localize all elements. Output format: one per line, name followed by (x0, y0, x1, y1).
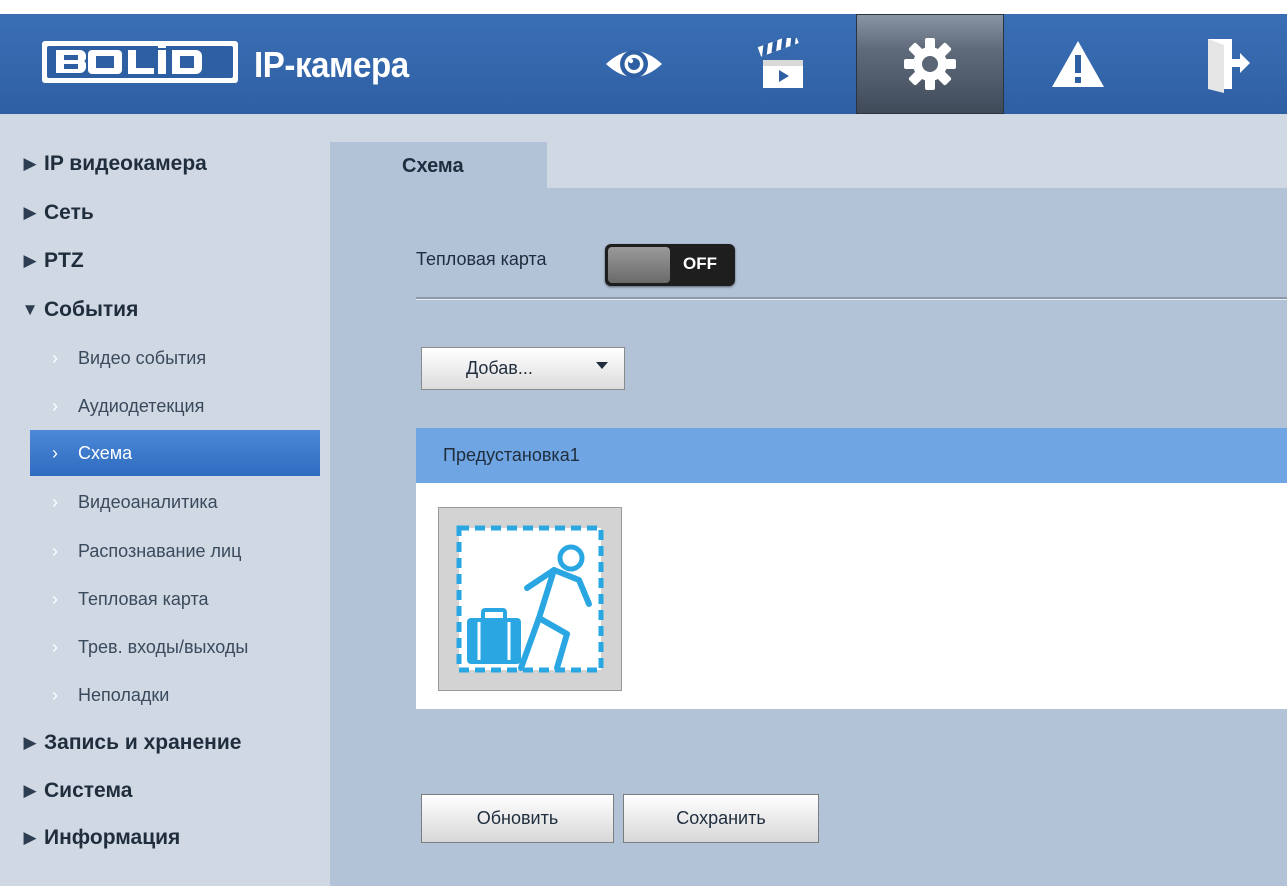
alarm-nav-button[interactable] (1004, 14, 1152, 114)
triangle-right-icon: ▶ (23, 781, 37, 800)
eye-icon (606, 50, 662, 78)
sidebar-subitem-heat-map[interactable]: › Тепловая карта (0, 575, 325, 623)
playback-nav-button[interactable] (708, 14, 856, 114)
settings-nav-button[interactable] (856, 14, 1004, 114)
refresh-button[interactable]: Обновить (421, 794, 614, 843)
sidebar-subitem-alarm-io[interactable]: › Трев. входы/выходы (0, 623, 325, 671)
sidebar-item-system[interactable]: ▶ Система (0, 767, 325, 815)
toggle-knob (608, 247, 670, 283)
triangle-down-icon: ▼ (21, 300, 39, 319)
triangle-right-icon: ▶ (23, 828, 37, 847)
sidebar-subitem-face-recognition[interactable]: › Распознавание лиц (0, 527, 325, 575)
top-bar: BOLID IP-камера (0, 14, 1287, 114)
settings-panel: Тепловая карта OFF Добав... Предустановк… (330, 188, 1287, 886)
divider (416, 297, 1287, 300)
sidebar-item-ip-camera[interactable]: ▶ IP видеокамера (0, 140, 325, 188)
chevron-right-icon: › (52, 347, 58, 368)
bolid-logo: BOLID (42, 41, 238, 83)
abandoned-object-rule-button[interactable] (438, 507, 622, 691)
logout-nav-button[interactable] (1152, 14, 1287, 114)
preset-header: Предустановка1 (416, 428, 1287, 483)
live-view-nav-button[interactable] (560, 14, 708, 114)
toggle-state-text: OFF (683, 254, 717, 273)
chevron-right-icon: › (52, 491, 58, 512)
add-dropdown[interactable]: Добав... (421, 347, 625, 390)
chevron-right-icon: › (52, 636, 58, 657)
abandoned-object-icon (456, 525, 604, 673)
heatmap-toggle[interactable]: OFF (605, 244, 735, 286)
sidebar-item-information[interactable]: ▶ Информация (0, 814, 325, 862)
triangle-right-icon: ▶ (23, 154, 37, 173)
sidebar-subitem-video-events[interactable]: › Видео события (0, 334, 325, 382)
sidebar-item-network[interactable]: ▶ Сеть (0, 189, 325, 237)
clapperboard-icon (757, 38, 803, 88)
preset-body (416, 483, 1287, 709)
chevron-right-icon: › (52, 684, 58, 705)
app-title: IP-камера (254, 44, 409, 85)
tab-schema[interactable]: Схема (330, 142, 547, 190)
sidebar-subitem-video-analytics[interactable]: › Видеоаналитика (0, 478, 325, 526)
sidebar: ▶ IP видеокамера ▶ Сеть ▶ PTZ ▼ События … (0, 114, 325, 886)
sidebar-subitem-faults[interactable]: › Неполадки (0, 671, 325, 719)
triangle-right-icon: ▶ (23, 251, 37, 270)
exit-icon (1208, 39, 1250, 93)
triangle-right-icon: ▶ (23, 203, 37, 222)
sidebar-subitem-audio-detection[interactable]: › Аудиодетекция (0, 382, 325, 430)
chevron-right-icon: › (52, 442, 58, 463)
heatmap-label: Тепловая карта (416, 249, 547, 269)
sidebar-item-ptz[interactable]: ▶ PTZ (0, 237, 325, 285)
chevron-right-icon: › (52, 588, 58, 609)
sidebar-subitem-schema[interactable]: › Схема (30, 430, 320, 476)
warning-icon (1052, 41, 1104, 87)
caret-down-icon (596, 362, 608, 369)
svg-text:BOLID: BOLID (208, 71, 211, 73)
save-button[interactable]: Сохранить (623, 794, 819, 843)
sidebar-item-record-storage[interactable]: ▶ Запись и хранение (0, 719, 325, 767)
sidebar-item-events[interactable]: ▼ События (0, 286, 325, 334)
chevron-right-icon: › (52, 540, 58, 561)
chevron-right-icon: › (52, 395, 58, 416)
gear-icon (904, 38, 956, 90)
triangle-right-icon: ▶ (23, 733, 37, 752)
page-body: ▶ IP видеокамера ▶ Сеть ▶ PTZ ▼ События … (0, 114, 1287, 886)
main-content: Схема Тепловая карта OFF Добав... Предус… (325, 114, 1287, 886)
